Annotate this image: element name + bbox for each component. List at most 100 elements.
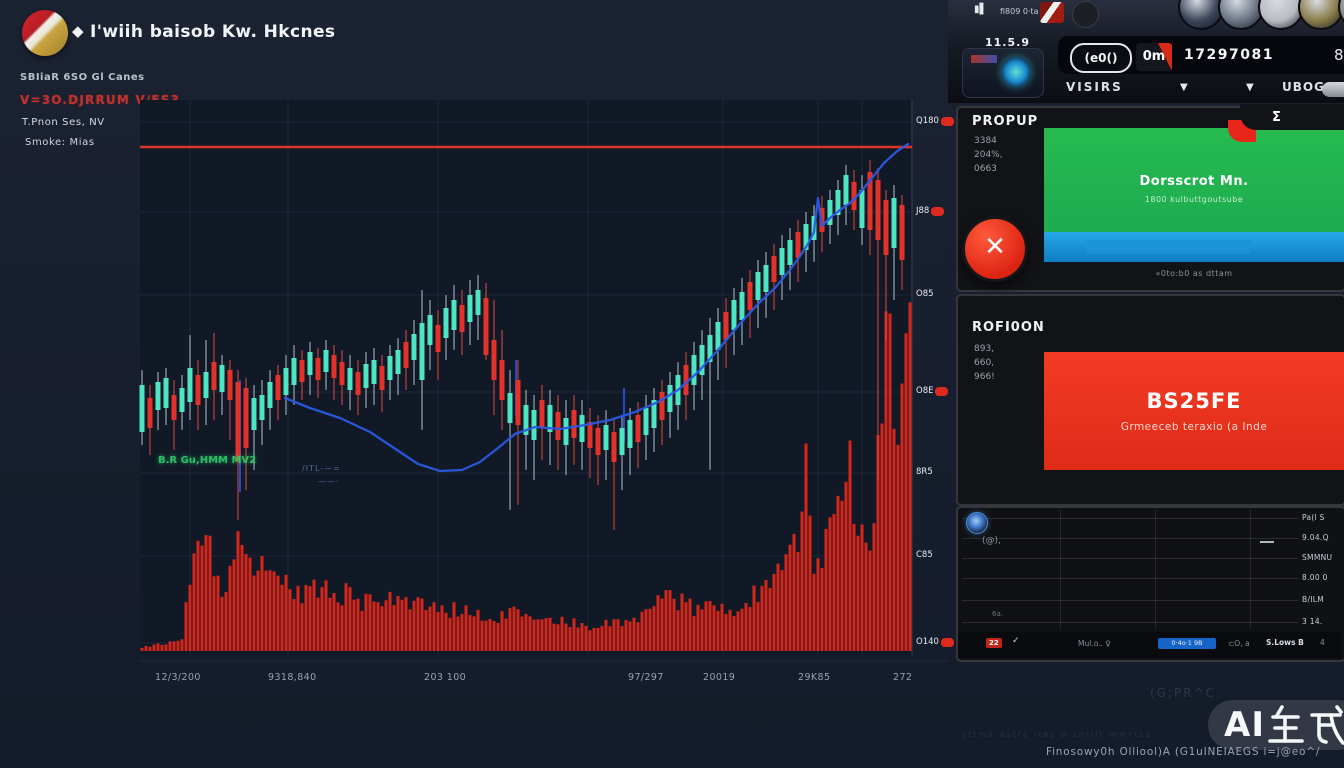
volume-bar — [269, 570, 272, 651]
volume-bar — [425, 610, 428, 651]
volume-bar — [253, 575, 256, 651]
volume-bar — [189, 585, 192, 651]
volume-bar — [161, 645, 164, 651]
status-badge: 22 — [986, 638, 1002, 648]
candle-body — [364, 364, 369, 388]
header-circle-button[interactable] — [1072, 1, 1099, 28]
flag-icon[interactable] — [1040, 2, 1064, 23]
red-alert-card[interactable]: BS25FE Grmeeceb teraxio (a Inde — [1044, 352, 1344, 470]
candle-body — [268, 382, 273, 408]
x-axis-label: 203 100 — [424, 672, 466, 683]
volume-bar — [601, 626, 604, 651]
volume-bar — [181, 639, 184, 651]
ubog-label[interactable]: UBOG — [1282, 80, 1325, 94]
candle-body — [284, 368, 289, 395]
close-button[interactable]: ✕ — [962, 216, 1028, 282]
status-t2: ⊂O, a — [1228, 639, 1250, 648]
candle-body — [740, 292, 745, 320]
candle-body — [492, 340, 497, 380]
panel2-stat-3: 966! — [974, 370, 995, 384]
volume-bar — [789, 545, 792, 651]
panel1-title: PROPUP — [972, 114, 1038, 129]
volume-bar — [317, 598, 320, 651]
watermark-glyph-sheng — [1267, 704, 1305, 746]
volume-bar — [829, 517, 832, 651]
volume-bar — [233, 559, 236, 651]
red-card-subtitle: Grmeeceb teraxio (a Inde — [1121, 421, 1268, 433]
volume-bar — [277, 576, 280, 651]
volume-bar — [621, 626, 624, 651]
mini-gridline-h — [962, 518, 1298, 519]
candle-body — [292, 358, 297, 385]
volume-bar — [201, 546, 204, 651]
x-axis-label: 29K85 — [798, 672, 830, 683]
badge-corner-flag — [1158, 43, 1172, 71]
chart-annotation-green: B.R Gu,HMM MV2 — [158, 455, 256, 466]
check-icon[interactable]: ✓ — [1012, 636, 1020, 646]
candle-body — [572, 410, 577, 438]
chart-plot-bg — [140, 100, 912, 655]
volume-bar — [213, 576, 216, 651]
watermark-latin: AI — [1224, 705, 1265, 745]
volume-bar — [841, 501, 844, 651]
thumbnail-card[interactable] — [962, 48, 1044, 98]
volume-bar — [321, 587, 324, 651]
volume-bar — [237, 531, 240, 651]
volume-bar — [281, 585, 284, 651]
thumbnail-pixels — [971, 55, 997, 63]
candle-body — [388, 356, 393, 380]
volume-bar — [265, 571, 268, 651]
green-banner-card[interactable]: Dorsscrot Mn. 1800 kulbuttgoutsube — [1044, 128, 1344, 262]
volume-bar — [329, 598, 332, 651]
address-pill[interactable]: (e0() — [1070, 43, 1132, 73]
mini-gridline-h — [962, 622, 1298, 623]
panel1-caption: «0to:b0 as dttam — [1155, 269, 1232, 278]
volume-bar — [149, 647, 152, 651]
candle-body — [900, 205, 905, 260]
dropdown-arrow-icon-1[interactable]: ▼ — [1180, 82, 1188, 93]
volume-bar — [473, 616, 476, 651]
candle-body — [220, 365, 225, 392]
volume-bar — [701, 609, 704, 651]
volume-bar — [797, 552, 800, 651]
price-badge — [935, 387, 948, 396]
volume-bar — [625, 620, 628, 651]
address-badge[interactable]: 0m — [1136, 43, 1172, 71]
dropdown-arrow-icon-2[interactable]: ▼ — [1246, 82, 1254, 93]
volume-bar — [341, 605, 344, 651]
candle-body — [556, 412, 561, 440]
candle-body — [500, 360, 505, 400]
volume-bar — [577, 627, 580, 651]
volume-bar — [409, 609, 412, 651]
candle-body — [428, 315, 433, 345]
volume-bar — [757, 602, 760, 651]
volume-bar — [461, 614, 464, 651]
candle-body — [484, 298, 489, 355]
candle-body — [340, 362, 345, 385]
candle-body — [356, 372, 361, 395]
y-axis-label: 8R5 — [916, 467, 933, 477]
volume-bar — [477, 610, 480, 651]
volume-bar — [741, 609, 744, 651]
volume-bar — [537, 619, 540, 651]
status-blue-pill[interactable]: 0·4o·1 9B — [1158, 638, 1216, 649]
volume-bar — [509, 608, 512, 651]
volume-bar — [465, 605, 468, 651]
candlestick-chart[interactable] — [0, 0, 948, 768]
swirl-icon[interactable] — [966, 512, 988, 534]
volume-bar — [809, 516, 812, 651]
candle-body — [876, 180, 881, 240]
volume-bar — [273, 571, 276, 651]
candle-body — [420, 323, 425, 380]
volume-bar — [437, 612, 440, 651]
ghost-text: (G;PR^C — [1150, 686, 1216, 700]
volume-bar — [821, 568, 824, 651]
volume-bar — [881, 423, 884, 651]
header-toggle[interactable] — [1322, 82, 1344, 97]
volume-bar — [153, 645, 156, 651]
green-card-blue-strip — [1044, 232, 1344, 262]
candle-body — [308, 352, 313, 375]
tab-visirs[interactable]: VISIRS — [1066, 80, 1123, 94]
sigma-flag-icon[interactable]: Σ — [1272, 110, 1281, 125]
volume-bar — [705, 601, 708, 651]
